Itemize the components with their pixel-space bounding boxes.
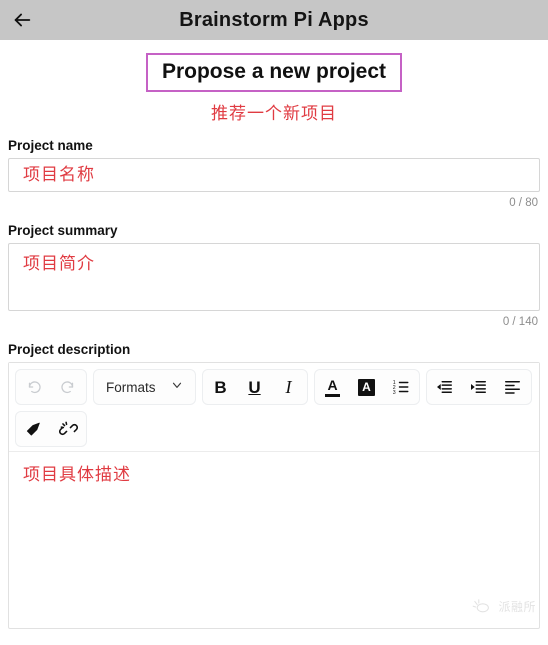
app-header: Brainstorm Pi Apps	[0, 0, 548, 40]
background-color-icon: A	[358, 378, 376, 396]
formats-label: Formats	[106, 379, 156, 395]
align-left-icon	[503, 378, 522, 396]
page-content: Propose a new project 推荐一个新项目 Project na…	[0, 53, 548, 630]
toolbar-group-color-list: A A 1 2 3	[313, 369, 420, 406]
indent-button[interactable]	[462, 371, 496, 403]
text-color-button[interactable]: A	[316, 371, 350, 403]
hero-title-wrapper: Propose a new project	[8, 53, 540, 93]
project-summary-label: Project summary	[8, 223, 118, 239]
numbered-list-icon: 1 2 3	[392, 378, 410, 396]
indent-icon	[469, 378, 488, 396]
svg-text:3: 3	[392, 390, 395, 396]
toolbar-group-history	[15, 369, 87, 406]
underline-button[interactable]: U	[238, 371, 272, 403]
project-name-input[interactable]: 项目名称	[8, 158, 540, 193]
toolbar-group-formats: Formats	[93, 369, 196, 406]
app-title: Brainstorm Pi Apps	[179, 8, 369, 31]
italic-label: I	[285, 377, 292, 398]
project-summary-value: 项目简介	[23, 254, 95, 274]
background-color-button[interactable]: A	[350, 371, 384, 403]
toolbar-group-indent-align	[425, 369, 532, 406]
text-color-swatch	[325, 393, 341, 397]
rich-text-editor: Formats B U I A A 1 2 3 项目具体描述	[8, 362, 540, 630]
project-summary-input[interactable]: 项目简介	[8, 243, 540, 312]
broken-link-icon	[58, 420, 78, 439]
outdent-button[interactable]	[428, 371, 462, 403]
project-name-value: 项目名称	[23, 165, 95, 185]
clear-format-button[interactable]	[17, 413, 51, 445]
hero-annotation: 推荐一个新项目	[211, 104, 337, 124]
underline-label: U	[248, 377, 261, 397]
page-title: Propose a new project	[161, 60, 387, 83]
text-color-icon: A	[325, 376, 341, 397]
project-description-input[interactable]: 项目具体描述	[9, 452, 539, 628]
redo-icon	[59, 378, 77, 396]
toolbar-group-inline-style: B U I	[201, 369, 308, 406]
project-description-value: 项目具体描述	[23, 465, 131, 485]
project-summary-counter: 0 / 140	[502, 316, 538, 329]
back-button[interactable]	[0, 0, 44, 40]
undo-button[interactable]	[17, 371, 51, 403]
text-color-label: A	[327, 376, 338, 393]
project-name-label: Project name	[8, 138, 93, 154]
formats-dropdown[interactable]: Formats	[95, 371, 194, 403]
unlink-button[interactable]	[51, 413, 85, 445]
bold-button[interactable]: B	[204, 371, 238, 403]
undo-icon	[25, 378, 43, 396]
italic-button[interactable]: I	[272, 371, 306, 403]
numbered-list-button[interactable]: 1 2 3	[384, 371, 418, 403]
chevron-down-icon	[170, 378, 184, 397]
redo-button[interactable]	[51, 371, 85, 403]
bold-label: B	[214, 377, 227, 397]
outdent-icon	[435, 378, 454, 396]
align-left-button[interactable]	[496, 371, 530, 403]
eraser-icon	[25, 420, 44, 439]
project-name-counter: 0 / 80	[509, 197, 538, 210]
highlight-box: Propose a new project	[145, 53, 403, 93]
editor-toolbar: Formats B U I A A 1 2 3	[9, 363, 539, 453]
project-description-label: Project description	[8, 342, 131, 358]
toolbar-group-clear-link	[15, 411, 87, 448]
arrow-left-icon	[11, 9, 33, 31]
